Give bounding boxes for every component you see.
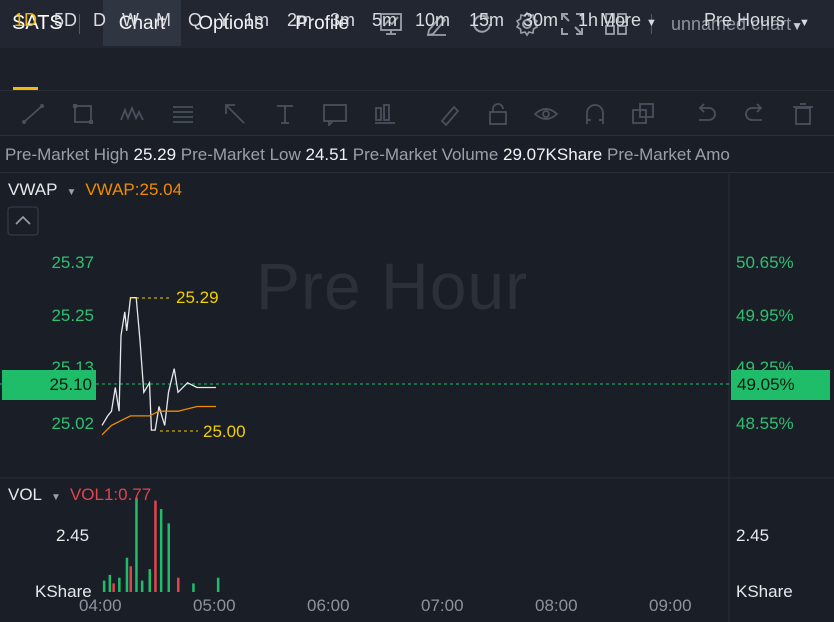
volume-bar [129,566,132,592]
volume-bar [125,557,129,592]
volume-bar [177,577,180,592]
volume-unit-right: KShare [736,582,793,601]
volume-bar [192,583,195,592]
volume-bar [159,509,163,592]
low-marker-label: 25.00 [203,422,246,441]
caret-down-icon: ▼ [51,492,61,503]
volume-bar [102,580,106,592]
price-line [101,297,216,431]
chevron-up-icon [15,215,31,225]
time-tick: 07:00 [421,596,464,615]
volume-bars-group [102,497,220,592]
time-tick: 09:00 [649,596,692,615]
time-tick: 08:00 [535,596,578,615]
collapse-button [7,206,39,236]
volume-indicator-selector[interactable]: VOL ▼ VOL1:0.77 [8,485,151,505]
session-watermark: Pre Hour [256,249,529,323]
caret-down-icon: ▼ [66,187,77,198]
volume-bar [167,523,170,592]
time-tick: 05:00 [193,596,236,615]
percent-tick: 49.95% [736,306,794,325]
volume-indicator-value: VOL1:0.77 [69,485,152,504]
price-tick: 25.02 [51,414,94,433]
price-tick: 25.37 [51,253,94,272]
volume-bar [154,500,157,592]
volume-indicator-name: VOL [8,485,43,504]
volume-tick-right: 2.45 [736,526,770,545]
percent-tick: 49.25% [736,358,794,370]
volume-bar [148,569,151,592]
volume-bar [140,580,144,592]
current-percent-badge: 49.05% [731,370,830,400]
current-price-badge: 25.10 [2,370,96,400]
time-tick: 04:00 [79,596,122,615]
percent-tick: 50.65% [736,253,794,272]
price-series-group [101,297,216,436]
indicator-value: VWAP:25.04 [85,180,183,199]
price-tick: 25.25 [51,306,94,325]
percent-tick: 48.55% [736,414,794,433]
high-marker-label: 25.29 [176,288,219,307]
indicator-name: VWAP [8,180,58,199]
volume-bar [118,577,121,592]
volume-bar [135,497,138,592]
time-tick: 06:00 [307,596,350,615]
volume-bar [108,574,112,592]
volume-tick: 2.45 [56,526,90,545]
price-tick: 25.13 [51,358,94,370]
volume-bar [216,577,220,592]
indicator-selector[interactable]: VWAP ▼ VWAP:25.04 [8,180,182,200]
volume-bar [112,583,115,592]
